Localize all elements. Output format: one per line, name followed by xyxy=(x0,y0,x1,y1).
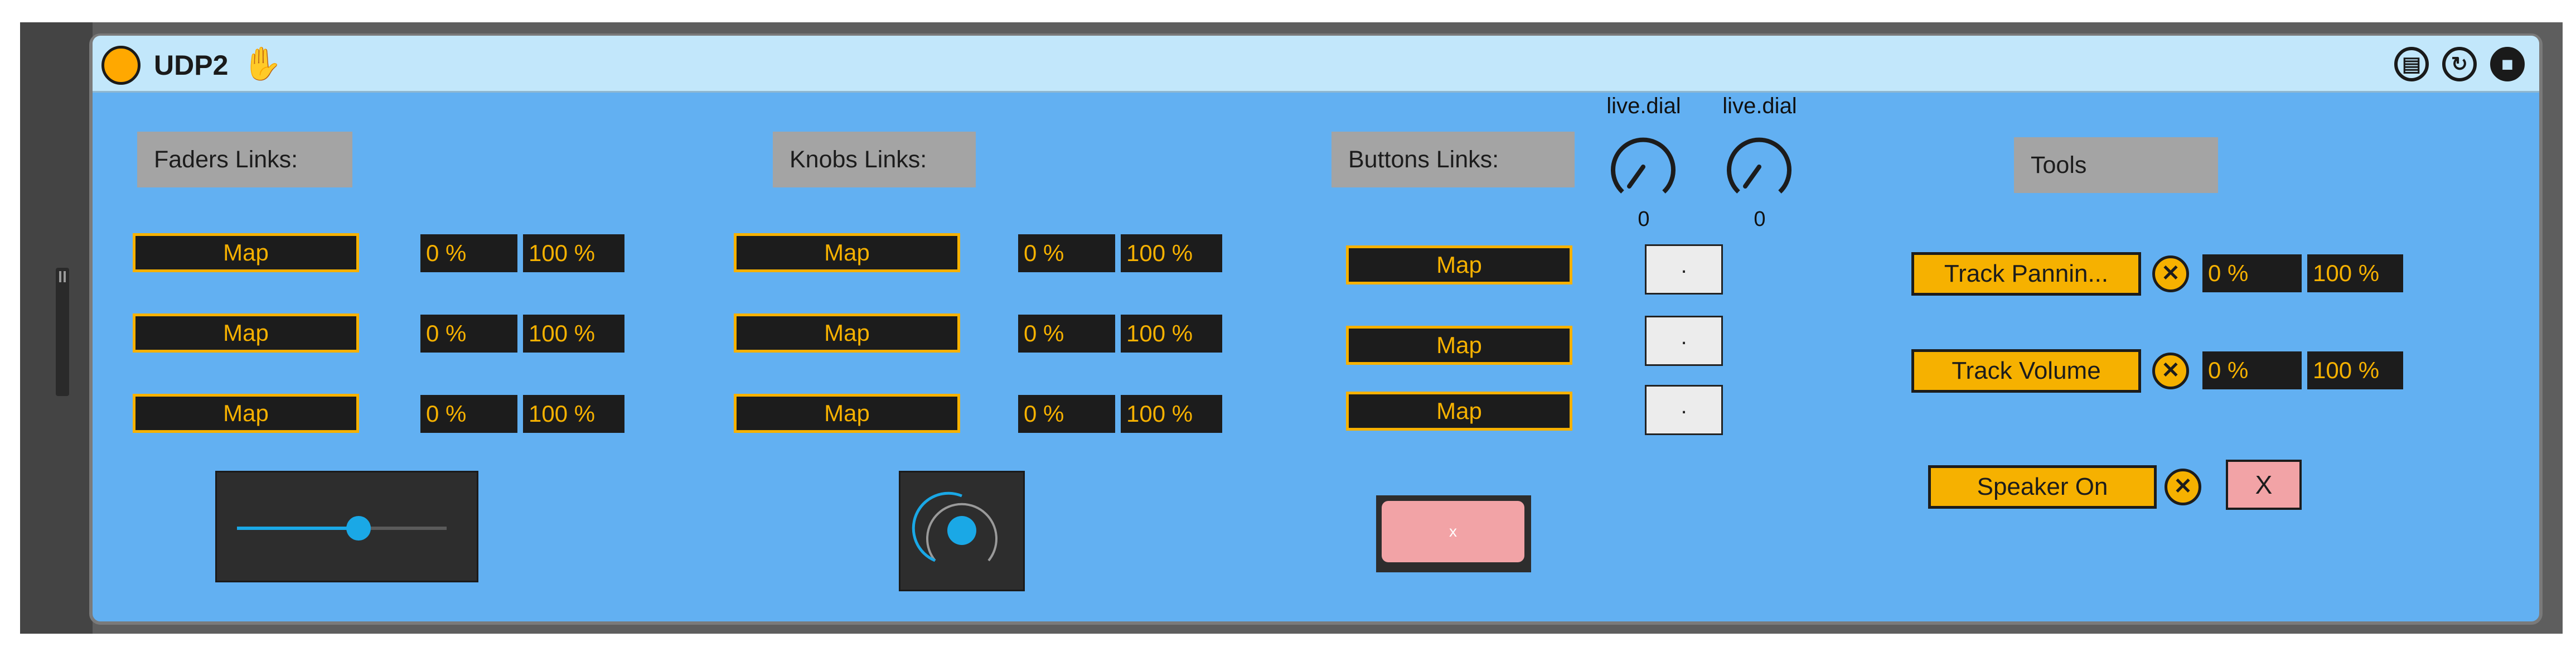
knob-max-3[interactable]: 100 % xyxy=(1121,395,1222,433)
track-panning-max[interactable]: 100 % xyxy=(2307,254,2403,292)
fader-max-2[interactable]: 100 % xyxy=(523,315,624,353)
button-map-button-2[interactable]: Map xyxy=(1346,326,1572,365)
live-dial-title-1: live.dial xyxy=(1606,94,1681,118)
track-volume-remove-icon[interactable]: ✕ xyxy=(2152,353,2189,389)
knob-map-button-2[interactable]: Map xyxy=(734,313,960,353)
fader-map-button-2[interactable]: Map xyxy=(133,313,359,353)
knob-min-3[interactable]: 0 % xyxy=(1018,395,1115,433)
button-pad-frame: x xyxy=(1376,495,1531,572)
fader-map-button-3[interactable]: Map xyxy=(133,394,359,433)
live-dial-title-2: live.dial xyxy=(1722,94,1797,118)
speaker-on-button[interactable]: Speaker On xyxy=(1928,465,2157,509)
buttons-links-label: Buttons Links: xyxy=(1331,132,1575,187)
knobs-links-label: Knobs Links: xyxy=(773,132,976,187)
device-title: UDP2 xyxy=(154,50,229,81)
horizontal-slider[interactable] xyxy=(217,472,477,581)
track-volume-max[interactable]: 100 % xyxy=(2307,351,2403,389)
fold-icon[interactable]: ▤ xyxy=(2394,47,2429,81)
slider-thumb xyxy=(346,516,371,541)
speaker-remove-icon[interactable]: ✕ xyxy=(2165,469,2201,505)
knob-min-2[interactable]: 0 % xyxy=(1018,315,1115,353)
power-led-icon[interactable] xyxy=(101,46,141,85)
hot-swap-icon[interactable]: ↻ xyxy=(2442,47,2477,81)
tools-label: Tools xyxy=(2014,137,2218,193)
fader-min-3[interactable]: 0 % xyxy=(420,395,517,433)
faders-links-label: Faders Links: xyxy=(137,132,352,187)
track-volume-min[interactable]: 0 % xyxy=(2202,351,2302,389)
button-toggle-3[interactable]: . xyxy=(1645,385,1723,435)
button-toggle-2[interactable]: . xyxy=(1645,316,1723,366)
track-panning-button[interactable]: Track Pannin... xyxy=(1911,252,2141,296)
device-resize-handle[interactable] xyxy=(56,268,69,396)
fader-slider-panel xyxy=(215,471,478,582)
button-map-button-3[interactable]: Map xyxy=(1346,392,1572,431)
knob-max-1[interactable]: 100 % xyxy=(1121,234,1222,272)
fader-map-button-1[interactable]: Map xyxy=(133,233,359,272)
rotary-knob[interactable] xyxy=(900,472,1023,590)
knob-min-1[interactable]: 0 % xyxy=(1018,234,1115,272)
trigger-pad-button[interactable]: x xyxy=(1382,501,1524,562)
button-map-button-1[interactable]: Map xyxy=(1346,245,1572,284)
hand-icon: ✋ xyxy=(242,46,283,82)
fader-min-2[interactable]: 0 % xyxy=(420,315,517,353)
track-panning-min[interactable]: 0 % xyxy=(2202,254,2302,292)
knob-panel xyxy=(899,471,1025,591)
button-toggle-1[interactable]: . xyxy=(1645,244,1723,295)
track-volume-button[interactable]: Track Volume xyxy=(1911,349,2141,393)
knob-map-button-3[interactable]: Map xyxy=(734,394,960,433)
device-titlebar xyxy=(93,36,2539,93)
live-dial-value-2: 0 xyxy=(1754,208,1766,231)
knob-center xyxy=(947,516,976,545)
live-dial-2[interactable] xyxy=(1717,125,1801,209)
track-panning-remove-icon[interactable]: ✕ xyxy=(2152,255,2189,292)
fader-max-1[interactable]: 100 % xyxy=(523,234,624,272)
speaker-toggle[interactable]: X xyxy=(2226,460,2302,510)
live-dial-1[interactable] xyxy=(1601,125,1685,209)
knob-map-button-1[interactable]: Map xyxy=(734,233,960,272)
live-dial-value-1: 0 xyxy=(1638,208,1650,231)
fader-min-1[interactable]: 0 % xyxy=(420,234,517,272)
knob-max-2[interactable]: 100 % xyxy=(1121,315,1222,353)
fader-max-3[interactable]: 100 % xyxy=(523,395,624,433)
save-icon[interactable]: ■ xyxy=(2490,47,2525,81)
